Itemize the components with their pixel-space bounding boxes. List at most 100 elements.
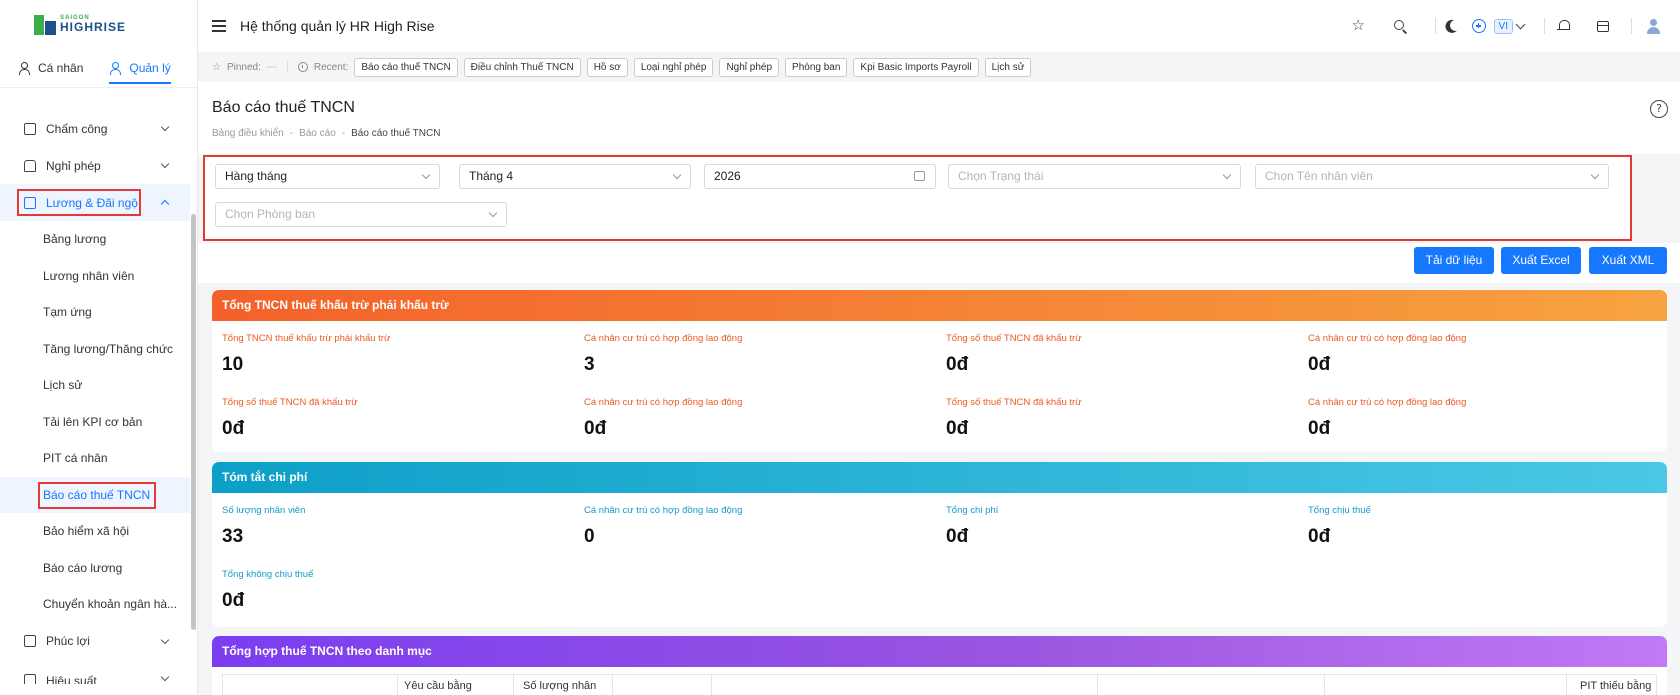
star-icon[interactable] [1352, 16, 1367, 34]
year-picker[interactable]: 2026 [704, 164, 936, 189]
stat-value: 0đ [584, 418, 607, 439]
tab-personal[interactable]: Cá nhân [18, 48, 83, 88]
employee-placeholder: Chọn Tên nhân viên [1265, 169, 1373, 183]
pit-withholding-card: Tổng TNCN thuế khấu trừ phải khấu trừ Tổ… [212, 290, 1667, 452]
chevron-down-icon [488, 208, 498, 218]
sidebar-item-performance[interactable]: Hiệu suất [0, 660, 190, 684]
column-divider [1324, 675, 1325, 695]
moon-icon[interactable] [1446, 19, 1460, 33]
sidebar-item-leave[interactable]: Nghỉ phép [0, 147, 190, 184]
sidebar-subitem[interactable]: Tăng lương/Thăng chức [0, 331, 190, 368]
stat-value: 0 [584, 526, 595, 547]
logo-mark-icon [34, 13, 56, 35]
sidebar-scrollbar[interactable] [191, 214, 196, 630]
sidebar-subitem[interactable]: Tạm ứng [0, 294, 190, 331]
breadcrumb-item[interactable]: Báo cáo [299, 128, 336, 139]
stat-item: Tổng số thuế TNCN đã khấu trừ 0đ [222, 397, 562, 440]
filter-panel: Hàng tháng Tháng 4 2026 Chọn Trạng thái … [203, 155, 1632, 241]
calendar-icon [914, 171, 925, 181]
plus-circle-icon[interactable] [1471, 19, 1486, 33]
recent-chip[interactable]: Điều chỉnh Thuế TNCN [463, 57, 581, 77]
tab-management[interactable]: Quản lý [109, 48, 172, 88]
avatar-icon[interactable] [1646, 19, 1660, 34]
card-title: Tổng TNCN thuế khấu trừ phải khấu trừ [212, 290, 1667, 321]
chevron-down-icon [160, 159, 170, 169]
stat-item: Cá nhân cư trú có hợp đồng lao động 0đ [1308, 397, 1648, 440]
stat-item: Tổng số thuế TNCN đã khấu trừ 0đ [946, 397, 1286, 440]
sidebar-subitem[interactable]: Lương nhân viên [0, 258, 190, 295]
stat-label: Tổng chịu thuế [1308, 505, 1371, 516]
stat-label: Tổng TNCN thuế khấu trừ phải khấu trừ [222, 333, 391, 344]
tab-personal-label: Cá nhân [38, 60, 84, 75]
stat-item: Tổng chịu thuế 0đ [1308, 505, 1648, 548]
sidebar-item-attendance[interactable]: Chấm công [0, 110, 190, 147]
subitem-label: Bảo hiểm xã hội [43, 524, 130, 539]
stat-value: 0đ [946, 354, 969, 375]
reload-data-button[interactable]: Tải dữ liệu [1414, 247, 1494, 274]
stat-value: 33 [222, 526, 244, 547]
stat-value: 10 [222, 354, 244, 375]
stat-label: Cá nhân cư trú có hợp đồng lao động [584, 505, 743, 516]
subitem-label: Bảng lương [43, 232, 107, 247]
year-value: 2026 [714, 169, 741, 183]
subitem-label: Tạm ứng [43, 305, 92, 320]
stat-item: Tổng chi phí 0đ [946, 505, 1286, 548]
month-select[interactable]: Tháng 4 [459, 164, 691, 189]
recent-chip[interactable]: Báo cáo thuế TNCN [354, 57, 458, 77]
department-select[interactable]: Chọn Phòng ban [215, 202, 507, 227]
sidebar-subitem[interactable]: Báo cáo lương [0, 550, 190, 587]
sidebar-subitem[interactable]: Bảo hiểm xã hội [0, 513, 190, 550]
sidebar-subitem[interactable]: Lịch sử [0, 367, 190, 404]
divider [1434, 18, 1436, 34]
column-divider [397, 675, 398, 695]
sidebar-item-salary-benefits[interactable]: Lương & Đãi ngộ [0, 184, 190, 221]
recent-chip[interactable]: Loại nghỉ phép [633, 57, 714, 77]
sidebar-subitem[interactable]: Tải lên KPI cơ bản [0, 404, 190, 441]
recent-chip[interactable]: Hồ sơ [586, 57, 628, 77]
sidebar-subitem[interactable]: PIT cá nhân [0, 440, 190, 477]
chevron-down-icon[interactable] [1515, 19, 1526, 29]
search-icon[interactable] [1393, 19, 1407, 33]
logo-line2: HIGHRISE [60, 20, 127, 34]
person-icon [18, 61, 30, 75]
breadcrumb: Bảng điều khiển - Báo cáo - Báo cáo thuế… [212, 128, 440, 139]
calendar-icon[interactable] [1597, 20, 1609, 32]
stat-item: Tổng TNCN thuế khấu trừ phải khấu trừ 10 [222, 333, 562, 376]
sidebar-subitem[interactable]: Bảng lương [0, 221, 190, 258]
chevron-down-icon [160, 672, 170, 681]
stat-item: Số lượng nhân viên 33 [222, 505, 562, 548]
export-excel-button[interactable]: Xuất Excel [1501, 247, 1581, 274]
sidebar-item-welfare[interactable]: Phúc lợi [0, 623, 190, 660]
export-xml-button[interactable]: Xuất XML [1589, 247, 1667, 274]
period-select[interactable]: Hàng tháng [215, 164, 440, 189]
cost-summary-card: Tóm tắt chi phí Số lượng nhân viên 33 Cá … [212, 462, 1667, 627]
stat-label: Tổng số thuế TNCN đã khấu trừ [946, 397, 1082, 408]
gift-icon [24, 635, 36, 647]
breadcrumb-item[interactable]: Bảng điều khiển [212, 128, 284, 139]
column-header: Yêu cầu bằng [404, 680, 472, 692]
help-icon[interactable]: ? [1650, 100, 1668, 118]
app-title: Hệ thống quản lý HR High Rise [240, 18, 435, 34]
bell-icon[interactable] [1557, 19, 1571, 33]
logo[interactable]: SAIGON HIGHRISE [0, 0, 197, 48]
chevron-down-icon [672, 170, 682, 180]
hamburger-menu-icon[interactable] [212, 20, 226, 32]
recent-chip[interactable]: Lịch sử [984, 57, 1032, 77]
language-selector[interactable]: VI [1493, 18, 1513, 34]
top-header: Hệ thống quản lý HR High Rise VI [198, 0, 1680, 52]
pinned-recent-bar: ☆ Pinned: --- Recent: Báo cáo thuế TNCN … [198, 52, 1680, 82]
chevron-down-icon [160, 635, 170, 644]
recent-chip[interactable]: Nghỉ phép [719, 57, 780, 77]
page-header: Báo cáo thuế TNCN Bảng điều khiển - Báo … [198, 82, 1680, 154]
stat-label: Tổng chi phí [946, 505, 999, 516]
sidebar-menu: Chấm công Nghỉ phép Lương & Đãi ngộ Bảng… [0, 110, 190, 684]
employee-select[interactable]: Chọn Tên nhân viên [1255, 164, 1609, 189]
sidebar-subitem-pit-report[interactable]: Báo cáo thuế TNCN [0, 476, 190, 513]
sidebar-subitem[interactable]: Chuyển khoản ngân hà... [0, 586, 190, 623]
sidebar: SAIGON HIGHRISE Cá nhân Quản lý Chấm côn… [0, 0, 198, 695]
chevron-down-icon [1590, 170, 1600, 180]
recent-chip[interactable]: Kpi Basic Imports Payroll [853, 57, 979, 77]
stat-label: Tổng không chịu thuế [222, 569, 314, 580]
recent-chip[interactable]: Phòng ban [785, 57, 848, 77]
status-select[interactable]: Chọn Trạng thái [948, 164, 1241, 189]
